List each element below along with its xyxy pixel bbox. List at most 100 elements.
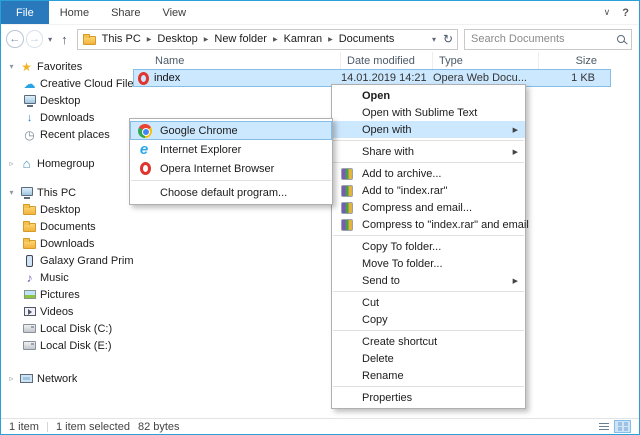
sidebar-item-local-disk-c[interactable]: Local Disk (C:) [1,320,133,337]
sidebar-item-label: Creative Cloud Files [40,77,133,90]
folder-icon [22,237,37,251]
sidebar-item-network[interactable]: ▹ Network [1,370,133,387]
menu-item-properties[interactable]: Properties [332,389,525,406]
selection-count: 1 item selected [55,420,130,433]
menu-item-add-to-archive[interactable]: Add to archive... [332,165,525,182]
chrome-icon [137,123,153,139]
breadcrumb-item[interactable]: Kamran [280,33,327,45]
sidebar-item-favorites[interactable]: ▾ ★ Favorites [1,58,133,75]
homegroup-house-icon: ⌂ [22,156,31,171]
breadcrumb-separator-icon[interactable]: ▶ [146,36,153,43]
sidebar-item-desktop[interactable]: Desktop [1,92,133,109]
menu-item-open-with-sublime-text[interactable]: Open with Sublime Text [332,104,525,121]
menu-item-rename[interactable]: Rename [332,367,525,384]
sidebar-item-pc-downloads[interactable]: Downloads [1,235,133,252]
address-dropdown-icon[interactable]: ▾ [432,35,436,44]
recent-locations-dropdown-icon[interactable]: ▾ [45,35,55,44]
menu-separator [333,162,524,163]
column-header-size[interactable]: Size [539,52,603,69]
menu-item-send-to[interactable]: Send to ▶ [332,272,525,289]
sidebar-item-label: Videos [40,305,74,318]
picture-icon [22,288,37,302]
sidebar-item-label: Desktop [40,94,81,107]
network-icon [19,372,34,386]
menu-item-compress-and-email[interactable]: Compress and email... [332,199,525,216]
sidebar-item-music[interactable]: ♪ Music [1,269,133,286]
search-icon[interactable] [617,35,626,43]
submenu-item-google-chrome[interactable]: Google Chrome [130,121,332,140]
sidebar-item-videos[interactable]: Videos [1,303,133,320]
column-header-date-modified[interactable]: Date modified [341,52,433,69]
sidebar-item-creative-cloud-files[interactable]: ☁ Creative Cloud Files [1,75,134,92]
column-header-type[interactable]: Type [433,52,539,69]
menu-separator [333,140,524,141]
sidebar-item-label: This PC [37,186,77,199]
tree-expanded-icon[interactable]: ▾ [7,188,16,197]
menu-item-delete[interactable]: Delete [332,350,525,367]
menu-item-copy[interactable]: Copy [332,311,525,328]
breadcrumb-item[interactable]: This PC [98,33,145,45]
help-icon[interactable]: ? [622,7,629,19]
forward-button[interactable]: → [25,30,44,48]
breadcrumb-separator-icon[interactable]: ▶ [327,36,334,43]
tab-share[interactable]: Share [100,1,151,24]
sidebar-item-pc-desktop[interactable]: Desktop [1,201,133,218]
search-box[interactable] [464,28,633,50]
menu-item-share-with[interactable]: Share with ▶ [332,143,525,160]
submenu-arrow-icon: ▶ [512,277,518,285]
submenu-item-choose-default-program[interactable]: Choose default program... [130,183,332,202]
sidebar-item-label: Downloads [40,111,95,124]
explorer-window: File Home Share View ∨ ? ← → ▾ ↑ This PC… [0,0,640,435]
menu-item-add-to-index-rar[interactable]: Add to "index.rar" [332,182,525,199]
downloads-arrow-icon: ↓ [26,111,33,124]
tree-collapsed-icon[interactable]: ▹ [7,374,16,383]
up-button[interactable]: ↑ [55,32,74,47]
tab-home[interactable]: Home [49,1,100,24]
large-icons-view-button[interactable] [614,420,631,433]
menu-item-open[interactable]: Open [332,87,525,104]
menu-item-open-with[interactable]: Open with ▶ [332,121,525,138]
sidebar-item-label: Downloads [40,237,95,250]
menu-item-move-to-folder[interactable]: Move To folder... [332,255,525,272]
selection-size: 82 bytes [137,420,180,433]
tree-expanded-icon[interactable]: ▾ [7,62,16,71]
sidebar-item-label: Favorites [37,60,83,73]
sidebar-item-galaxy-grand-prime[interactable]: Galaxy Grand Prime [1,252,133,269]
expand-ribbon-icon[interactable]: ∨ [604,7,611,18]
address-bar[interactable]: This PC ▶ Desktop ▶ New folder ▶ Kamran … [76,28,459,50]
file-name: index [154,72,181,84]
details-view-button[interactable] [595,420,612,433]
breadcrumb-separator-icon[interactable]: ▶ [203,36,210,43]
sidebar-item-recent-places[interactable]: ◷ Recent places [1,126,133,143]
menu-item-copy-to-folder[interactable]: Copy To folder... [332,238,525,255]
sidebar-item-pc-documents[interactable]: Documents [1,218,133,235]
search-input[interactable] [471,33,614,45]
submenu-item-internet-explorer[interactable]: Internet Explorer [130,140,332,159]
menu-item-cut[interactable]: Cut [332,294,525,311]
folder-icon [22,203,37,217]
sidebar-item-downloads[interactable]: ↓ Downloads [1,109,133,126]
column-header-name[interactable]: Name [133,52,341,69]
large-icons-view-icon [617,422,628,431]
sidebar-item-homegroup[interactable]: ▹ ⌂ Homegroup [1,155,133,172]
ribbon-tab-bar: File Home Share View ∨ ? [1,1,639,25]
breadcrumb-item[interactable]: Documents [335,33,399,45]
refresh-icon[interactable]: ↻ [443,32,453,46]
sidebar-item-label: Local Disk (E:) [40,339,112,352]
back-button[interactable]: ← [6,30,24,48]
sidebar-item-label: Pictures [40,288,80,301]
menu-item-compress-to-index-rar-and-email[interactable]: Compress to "index.rar" and email [332,216,529,233]
tab-file[interactable]: File [1,1,49,24]
submenu-item-opera-internet-browser[interactable]: Opera Internet Browser [130,159,332,178]
menu-item-create-shortcut[interactable]: Create shortcut [332,333,525,350]
tab-view[interactable]: View [151,1,197,24]
sidebar-item-this-pc[interactable]: ▾ This PC [1,184,133,201]
breadcrumb-separator-icon[interactable]: ▶ [272,36,279,43]
breadcrumb-item[interactable]: Desktop [153,33,201,45]
breadcrumb-item[interactable]: New folder [210,33,271,45]
tree-collapsed-icon[interactable]: ▹ [7,159,16,168]
sidebar-item-local-disk-e[interactable]: Local Disk (E:) [1,337,133,354]
sidebar-item-pictures[interactable]: Pictures [1,286,133,303]
item-count: 1 item [9,420,39,433]
submenu-arrow-icon: ▶ [512,126,518,134]
